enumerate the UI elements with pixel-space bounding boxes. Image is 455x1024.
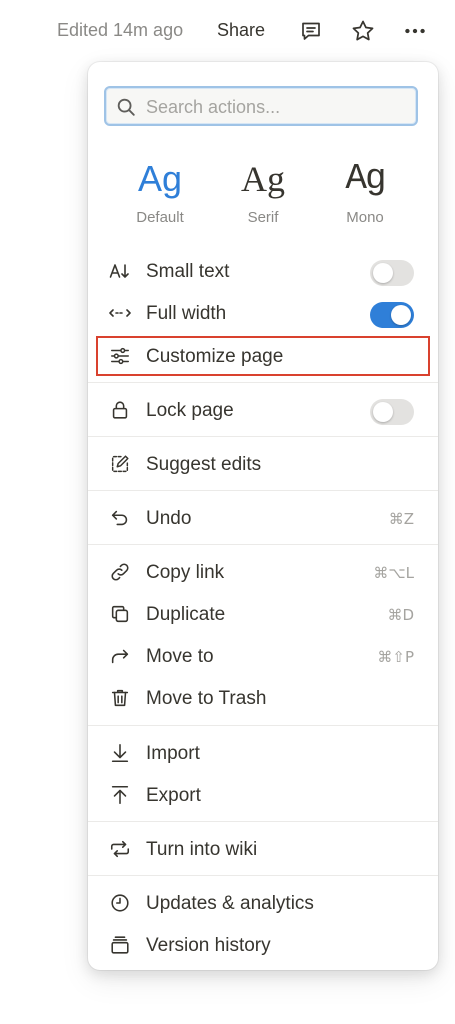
divider: [88, 821, 438, 822]
menu-item-label: Suggest edits: [146, 454, 262, 475]
menu-item-turn-into-wiki[interactable]: Turn into wiki: [88, 828, 438, 870]
menu-item-lock-page[interactable]: Lock page: [88, 389, 438, 431]
menu-item-label: Full width: [146, 303, 227, 324]
a-down-icon: [108, 259, 132, 283]
divider: [88, 490, 438, 491]
highlight-box: [96, 336, 430, 376]
share-button[interactable]: Share: [217, 20, 265, 41]
menu-item-move-to-trash[interactable]: Move to Trash: [88, 677, 438, 719]
menu-item-label: Move to Trash: [146, 688, 267, 709]
divider: [88, 544, 438, 545]
menu-item-label: Version history: [146, 935, 271, 956]
star-icon[interactable]: [350, 18, 376, 44]
duplicate-icon: [108, 602, 132, 626]
font-option-mono[interactable]: Ag Mono: [317, 157, 413, 226]
small-text-toggle[interactable]: [370, 260, 414, 286]
import-icon: [108, 741, 132, 765]
menu-item-duplicate[interactable]: Duplicate ⌘D: [88, 593, 438, 635]
comment-icon[interactable]: [298, 18, 324, 44]
font-option-default[interactable]: Ag Default: [112, 157, 208, 226]
top-bar: Edited 14m ago Share: [0, 0, 455, 62]
font-option-serif[interactable]: Ag Serif: [215, 157, 311, 226]
font-selector: Ag Default Ag Serif Ag Mono: [88, 157, 438, 237]
divider: [88, 725, 438, 726]
font-sample-mono: Ag: [345, 158, 386, 199]
font-name-mono: Mono: [346, 209, 384, 226]
search-input[interactable]: [144, 92, 416, 122]
font-name-default: Default: [136, 209, 184, 226]
menu-item-copy-link[interactable]: Copy link ⌘⌥L: [88, 551, 438, 593]
menu-item-label: Turn into wiki: [146, 839, 258, 860]
lock-page-toggle[interactable]: [370, 399, 414, 425]
page-options-menu: Ag Default Ag Serif Ag Mono Small text F…: [88, 62, 438, 970]
menu-item-label: Export: [146, 785, 201, 806]
toggle-knob: [391, 305, 411, 325]
menu-item-label: Move to: [146, 646, 214, 667]
menu-item-import[interactable]: Import: [88, 732, 438, 774]
stack-icon: [108, 933, 132, 957]
arrows-horizontal-icon: [108, 301, 132, 325]
font-sample-serif: Ag: [241, 159, 285, 199]
lock-icon: [108, 398, 132, 422]
menu-item-label: Duplicate: [146, 604, 226, 625]
divider: [88, 875, 438, 876]
menu-item-label: Undo: [146, 508, 192, 529]
menu-item-label: Copy link: [146, 562, 225, 583]
shortcut-label: ⌘Z: [388, 510, 414, 528]
search-box[interactable]: [104, 86, 418, 126]
shortcut-label: ⌘D: [387, 606, 414, 624]
clock-icon: [108, 891, 132, 915]
toggle-knob: [373, 263, 393, 283]
more-icon[interactable]: [402, 18, 428, 44]
undo-icon: [108, 506, 132, 530]
search-icon: [117, 98, 135, 116]
shortcut-label: ⌘⌥L: [373, 564, 414, 582]
menu-item-suggest-edits[interactable]: Suggest edits: [88, 443, 438, 485]
full-width-toggle[interactable]: [370, 302, 414, 328]
divider: [88, 436, 438, 437]
shortcut-label: ⌘⇧P: [377, 648, 414, 666]
menu-item-full-width[interactable]: Full width: [88, 292, 438, 334]
toggle-knob: [373, 402, 393, 422]
menu-item-move-to[interactable]: Move to ⌘⇧P: [88, 635, 438, 677]
link-icon: [108, 560, 132, 584]
menu-item-export[interactable]: Export: [88, 774, 438, 816]
menu-item-small-text[interactable]: Small text: [88, 250, 438, 292]
menu-item-version-history[interactable]: Version history: [88, 924, 438, 966]
edited-timestamp: Edited 14m ago: [57, 20, 184, 40]
trash-icon: [108, 686, 132, 710]
menu-item-label: Import: [146, 743, 200, 764]
font-sample-default: Ag: [137, 158, 183, 199]
menu-item-label: Lock page: [146, 400, 234, 421]
pencil-square-icon: [108, 452, 132, 476]
menu-item-label: Small text: [146, 261, 230, 282]
menu-item-label: Updates & analytics: [146, 893, 314, 914]
menu-item-updates-analytics[interactable]: Updates & analytics: [88, 882, 438, 924]
cycle-arrows-icon: [108, 837, 132, 861]
export-icon: [108, 783, 132, 807]
divider: [88, 382, 438, 383]
menu-item-undo[interactable]: Undo ⌘Z: [88, 497, 438, 539]
font-name-serif: Serif: [247, 209, 279, 226]
arrow-turn-icon: [108, 644, 132, 668]
